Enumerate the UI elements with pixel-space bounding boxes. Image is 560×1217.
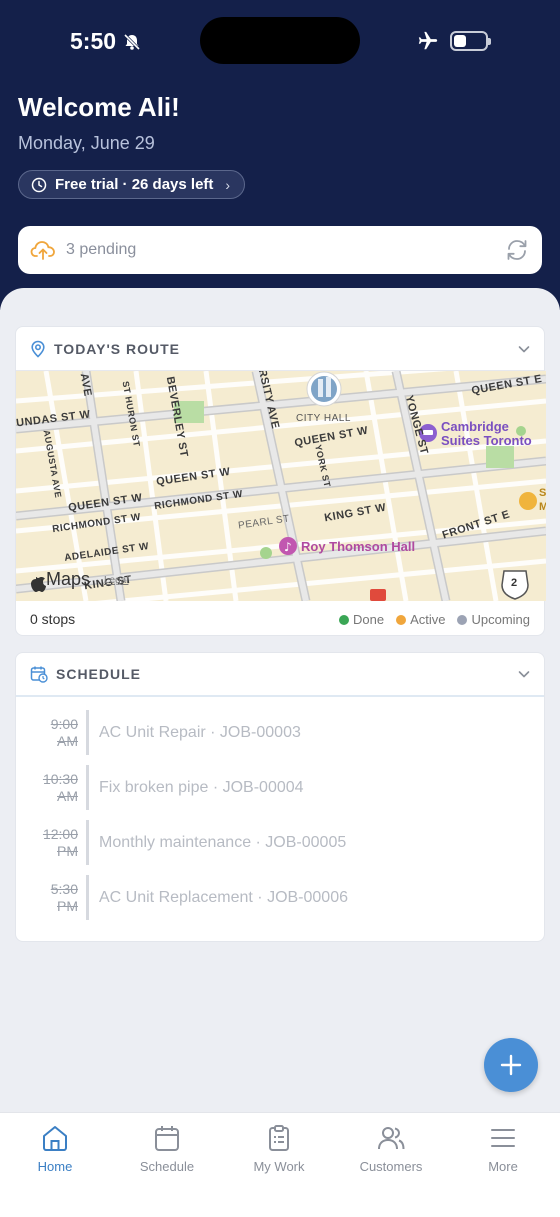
battery-icon [450, 31, 491, 51]
legend-active: Active [396, 612, 445, 627]
calendar-clock-icon [30, 666, 48, 683]
tab-customers[interactable]: Customers [341, 1123, 441, 1174]
chevron-down-icon[interactable] [518, 668, 530, 680]
schedule-title: SCHEDULE [56, 666, 142, 682]
plus-icon [500, 1054, 522, 1076]
schedule-bar [86, 820, 89, 865]
route-title: TODAY'S ROUTE [54, 340, 181, 357]
stops-count: 0 stops [30, 611, 76, 627]
legend-upcoming-dot [457, 614, 468, 625]
poi-right-edge-m: M [539, 501, 546, 513]
legend-done-dot [338, 614, 349, 625]
route-legend: Done Active Upcoming [338, 612, 530, 627]
schedule-bar [86, 765, 89, 810]
legend-upcoming: Upcoming [457, 612, 530, 627]
free-trial-text: Free trial · 26 days left [55, 176, 214, 193]
dynamic-island [200, 17, 360, 64]
schedule-list: 9:00 AM AC Unit Repair · JOB-00003 10:30 A… [16, 697, 544, 925]
apple-maps-attribution: Maps [46, 569, 91, 589]
schedule-item[interactable]: 5:30 PM AC Unit Replacement · JOB-00006 [16, 870, 544, 925]
tab-more[interactable]: More [453, 1123, 553, 1174]
city-hall-label: CITY HALL [296, 413, 351, 424]
schedule-item[interactable]: 9:00 AM AC Unit Repair · JOB-00003 [16, 705, 544, 760]
route-card-header[interactable]: TODAY'S ROUTE [16, 327, 544, 371]
schedule-card: SCHEDULE 9:00 AM AC Unit Repair · JOB-000… [15, 652, 545, 942]
tab-more-label: More [488, 1159, 518, 1174]
poi-cambridge-2: Suites Toronto [441, 433, 532, 448]
chevron-right-icon: › [225, 176, 231, 193]
tab-home-label: Home [37, 1159, 73, 1174]
tab-customers-label: Customers [359, 1159, 423, 1174]
poi-roy-thomson: Roy Thomson Hall [301, 539, 416, 554]
users-icon [378, 1127, 405, 1150]
schedule-item[interactable]: 12:00 PM Monthly maintenance · JOB-00005 [16, 815, 544, 870]
schedule-card-header[interactable]: SCHEDULE [16, 653, 544, 697]
schedule-time: 10:30 AM [42, 770, 78, 804]
schedule-time: 5:30 PM [50, 880, 78, 914]
clipboard-icon [269, 1125, 289, 1151]
tab-my-work-label: My Work [253, 1159, 305, 1174]
todays-route-card: TODAY'S ROUTE ♪ UNDAS ST W AVE AUGUSTA A… [15, 326, 546, 637]
tab-schedule-label: Schedule [139, 1159, 195, 1174]
bell-slash-icon [123, 33, 141, 50]
legend-active-dot [396, 614, 407, 625]
home-icon [43, 1126, 67, 1151]
legend-done: Done [338, 612, 384, 627]
tab-my-work[interactable]: My Work [229, 1123, 329, 1174]
legal-link[interactable]: Legal [104, 575, 128, 586]
tab-schedule[interactable]: Schedule [117, 1123, 217, 1174]
schedule-label: Monthly maintenance · JOB-00005 [99, 833, 347, 851]
airplane-icon [418, 31, 438, 50]
header: 5:50 Welcome Ali! Monday, June 29 Free t… [0, 0, 560, 310]
schedule-label: AC Unit Replacement · JOB-00006 [99, 888, 348, 906]
schedule-bar [86, 710, 89, 755]
schedule-time: 12:00 PM [42, 825, 78, 859]
route-footer: 0 stops Done Active Upcoming [16, 601, 544, 637]
map-base: ♪ [16, 371, 546, 601]
add-fab-button[interactable] [484, 1038, 538, 1092]
route-shield-number: 2 [511, 577, 518, 589]
status-time: 5:50 [70, 28, 142, 55]
schedule-label: Fix broken pipe · JOB-00004 [99, 778, 304, 796]
menu-icon [491, 1129, 515, 1147]
schedule-bar [86, 875, 89, 920]
svg-text:♪: ♪ [284, 540, 292, 554]
status-icons [416, 30, 491, 52]
cloud-upload-icon [30, 241, 55, 260]
free-trial-pill[interactable]: Free trial · 26 days left › [18, 170, 246, 199]
poi-cambridge-1: Cambridge [441, 419, 509, 434]
route-map[interactable]: ♪ UNDAS ST W AVE AUGUSTA AVE ST HURON ST… [16, 371, 546, 601]
chevron-down-icon[interactable] [518, 343, 530, 355]
clock-icon [31, 177, 47, 192]
sync-icon[interactable] [504, 237, 530, 263]
schedule-time: 9:00 AM [50, 715, 78, 749]
location-pin-icon [31, 340, 45, 358]
calendar-icon [155, 1126, 179, 1151]
tab-bar: Home Schedule My Work Customers More [0, 1112, 560, 1217]
tab-home[interactable]: Home [5, 1123, 105, 1174]
status-time-text: 5:50 [70, 28, 117, 54]
schedule-item[interactable]: 10:30 AM Fix broken pipe · JOB-00004 [16, 760, 544, 815]
welcome-title: Welcome Ali! [18, 92, 180, 122]
schedule-label: AC Unit Repair · JOB-00003 [99, 723, 301, 741]
pending-text: 3 pending [66, 241, 137, 258]
pending-sync-card[interactable]: 3 pending [18, 226, 542, 274]
date-label: Monday, June 29 [18, 133, 155, 153]
poi-right-edge-s: S [539, 487, 546, 499]
